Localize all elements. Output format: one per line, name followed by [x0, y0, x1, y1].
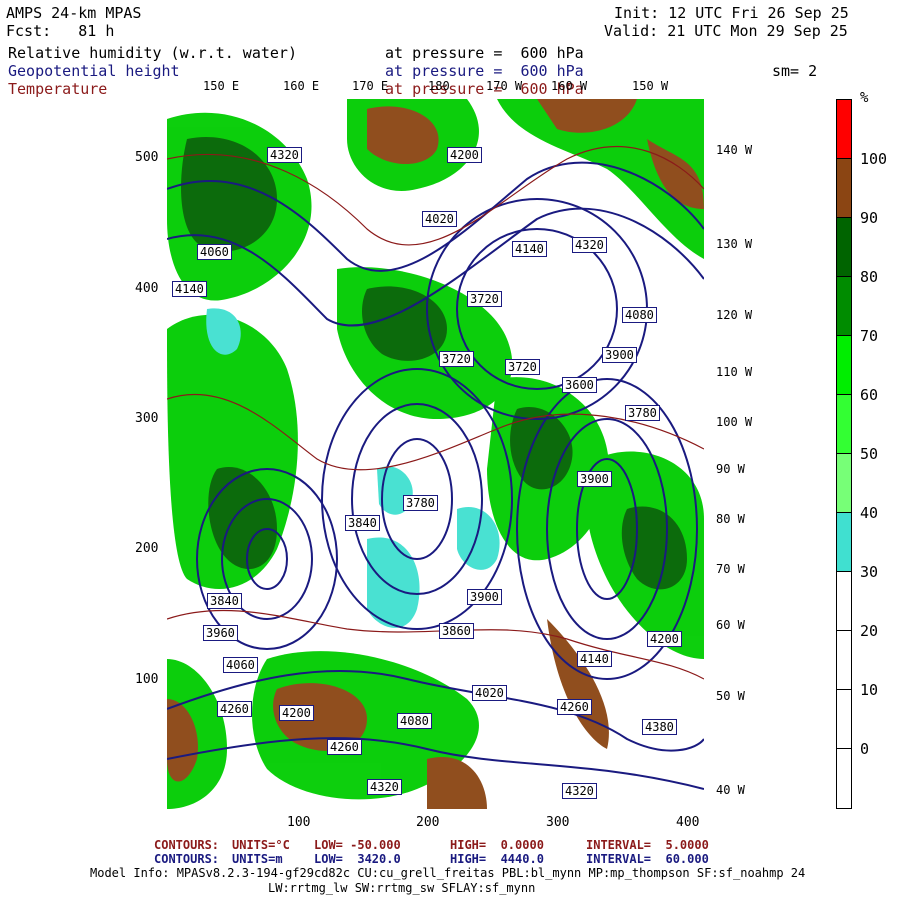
colorbar-label: 70 [860, 327, 879, 345]
height-label: 4320 [572, 237, 607, 253]
colorbar-label: 90 [860, 209, 879, 227]
height-label: 4260 [217, 701, 252, 717]
colorbar-label: 50 [860, 445, 879, 463]
height-label: 3720 [505, 359, 540, 375]
x-tick-label: 400 [676, 815, 700, 830]
height-label: 4260 [327, 739, 362, 755]
height-label: 3780 [625, 405, 660, 421]
footer-model-info: Model Info: MPASv8.2.3-194-gf29cd82c CU:… [90, 866, 806, 880]
y-tick-label: 500 [135, 150, 159, 165]
lon-label-right: 110 W [716, 365, 753, 379]
field-height-level: at pressure = 600 hPa [385, 62, 584, 80]
colorbar-label: 80 [860, 268, 879, 286]
height-label: 4020 [422, 211, 457, 227]
height-label: 3840 [345, 515, 380, 531]
footer-temp-label: CONTOURS: [154, 838, 220, 852]
lon-label-right: 50 W [716, 689, 745, 703]
smoothing-label: sm= 2 [772, 62, 818, 80]
height-label: 4020 [472, 685, 507, 701]
field-temp-name: Temperature [8, 80, 108, 98]
forecast-hour: Fcst: 81 h [6, 22, 115, 40]
height-label: 3720 [439, 351, 474, 367]
lon-label-top: 160 W [551, 79, 588, 93]
height-label: 3600 [562, 377, 597, 393]
footer-height-high: HIGH= 4440.0 [450, 852, 544, 866]
height-label: 4080 [397, 713, 432, 729]
y-tick-label: 100 [135, 672, 159, 687]
y-tick-label: 200 [135, 541, 159, 556]
lon-label-right: 90 W [716, 462, 745, 476]
lon-label-right: 80 W [716, 512, 745, 526]
lon-label-right: 40 W [716, 783, 745, 797]
height-label: 4320 [562, 783, 597, 799]
height-label: 4260 [557, 699, 592, 715]
height-label: 4060 [223, 657, 258, 673]
y-tick-label: 300 [135, 411, 159, 426]
lon-label-top: 150 W [632, 79, 669, 93]
height-label: 4140 [512, 241, 547, 257]
footer-model-info-2: LW:rrtmg_lw SW:rrtmg_sw SFLAY:sf_mynn [268, 881, 536, 895]
rh-colorbar [836, 99, 852, 809]
colorbar-label: 0 [860, 740, 870, 758]
height-label: 4060 [197, 244, 232, 260]
height-label: 3900 [602, 347, 637, 363]
height-label: 3900 [577, 471, 612, 487]
footer-temp-high: HIGH= 0.0000 [450, 838, 544, 852]
init-time: Init: 12 UTC Fri 26 Sep 25 [614, 4, 849, 22]
height-label: 3720 [467, 291, 502, 307]
footer-height-label: CONTOURS: [154, 852, 220, 866]
x-tick-label: 300 [546, 815, 570, 830]
lon-label-right: 120 W [716, 308, 753, 322]
height-label: 3840 [207, 593, 242, 609]
footer-height-units: UNITS=m [232, 852, 283, 866]
footer-temp-interval: INTERVAL= 5.0000 [586, 838, 709, 852]
height-label: 4200 [647, 631, 682, 647]
lon-label-top: 160 E [283, 79, 320, 93]
height-label: 4200 [447, 147, 482, 163]
x-tick-label: 100 [287, 815, 311, 830]
lon-label-right: 100 W [716, 415, 753, 429]
valid-time: Valid: 21 UTC Mon 29 Sep 25 [604, 22, 848, 40]
lon-label-top: 170 W [486, 79, 523, 93]
field-rh-name: Relative humidity (w.r.t. water) [8, 44, 297, 62]
height-label: 4380 [642, 719, 677, 735]
colorbar-label: 100 [860, 150, 888, 168]
y-tick-label: 400 [135, 281, 159, 296]
footer-height-low: LOW= 3420.0 [314, 852, 401, 866]
x-tick-label: 200 [416, 815, 440, 830]
height-label: 4080 [622, 307, 657, 323]
lon-label-top: 180 [428, 79, 450, 93]
lon-label-right: 60 W [716, 618, 745, 632]
height-label: 4140 [577, 651, 612, 667]
footer-temp-units: UNITS=°C [232, 838, 290, 852]
height-labels-layer: 4320 4140 4200 4060 4320 4080 4140 4020 … [167, 99, 704, 809]
height-label: 3860 [439, 623, 474, 639]
field-height-name: Geopotential height [8, 62, 180, 80]
colorbar-label: 60 [860, 386, 879, 404]
lon-label-top: 150 E [203, 79, 240, 93]
colorbar-label: 10 [860, 681, 879, 699]
model-title: AMPS 24-km MPAS [6, 4, 142, 22]
field-rh-level: at pressure = 600 hPa [385, 44, 584, 62]
footer-height-interval: INTERVAL= 60.000 [586, 852, 709, 866]
lon-label-top: 170 E [352, 79, 389, 93]
footer-temp-low: LOW= -50.000 [314, 838, 401, 852]
height-label: 4320 [367, 779, 402, 795]
colorbar-label: 40 [860, 504, 879, 522]
height-label: 4140 [172, 281, 207, 297]
height-label: 4320 [267, 147, 302, 163]
height-label: 4200 [279, 705, 314, 721]
height-label: 3960 [203, 625, 238, 641]
lon-label-right: 130 W [716, 237, 753, 251]
lon-label-right: 70 W [716, 562, 745, 576]
height-label: 3780 [403, 495, 438, 511]
colorbar-label: 30 [860, 563, 879, 581]
colorbar-unit: % [860, 90, 869, 106]
colorbar-label: 20 [860, 622, 879, 640]
height-label: 3900 [467, 589, 502, 605]
lon-label-right: 140 W [716, 143, 753, 157]
